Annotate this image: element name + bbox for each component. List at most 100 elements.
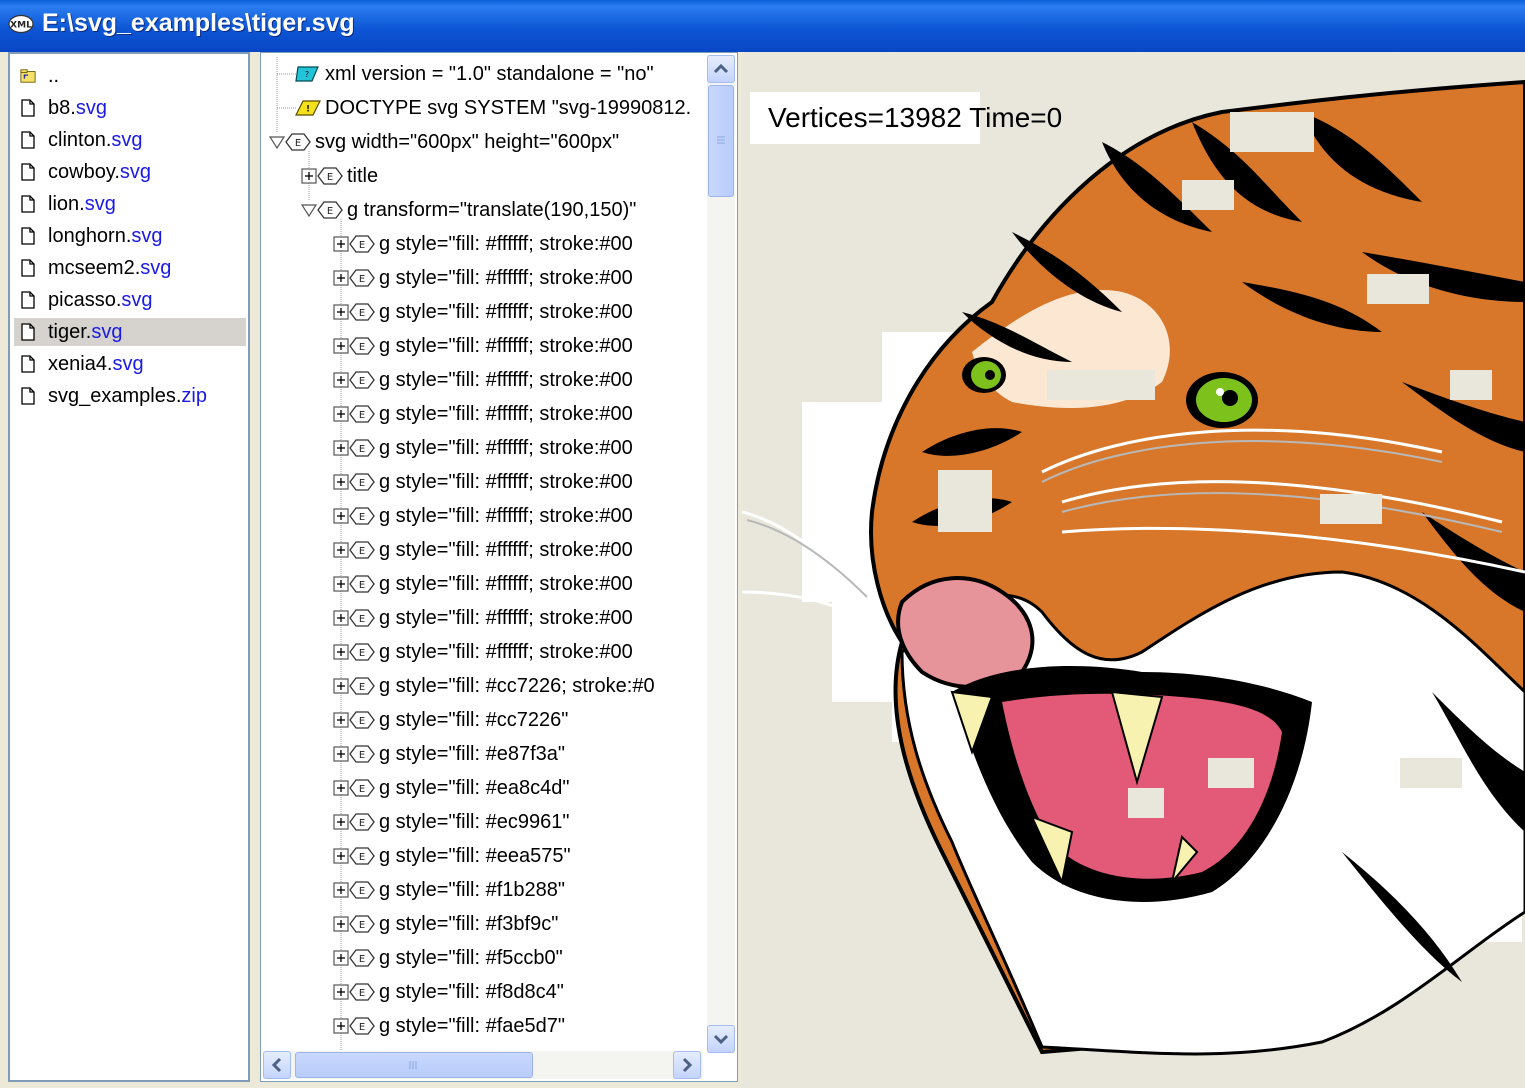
file-list[interactable]: .. b8.svg clinton.svg cowboy.svg lion.svg lon… (8, 52, 250, 1082)
expand-icon[interactable] (333, 950, 349, 966)
expand-icon[interactable] (333, 338, 349, 354)
expand-icon[interactable] (333, 440, 349, 456)
tree-node[interactable]: Eg style="fill: #fae5d7" (261, 1009, 707, 1043)
svg-text:E: E (359, 886, 365, 897)
expand-icon[interactable] (333, 712, 349, 728)
expand-icon[interactable] (333, 678, 349, 694)
element-icon: E (317, 201, 343, 219)
file-list-item[interactable]: xenia4.svg (14, 350, 246, 378)
file-list-item[interactable]: lion.svg (14, 190, 246, 218)
tree-node[interactable]: Eg style="fill: #cc7226; stroke:#0 (261, 669, 707, 703)
horizontal-scroll-thumb[interactable] (295, 1052, 533, 1078)
expand-icon[interactable] (333, 236, 349, 252)
scroll-up-button[interactable] (707, 55, 735, 83)
tree-node[interactable]: Eg style="fill: #f3bf9c" (261, 907, 707, 941)
element-icon: E (349, 677, 375, 695)
expand-icon[interactable] (333, 304, 349, 320)
svg-text:E: E (359, 988, 365, 999)
xml-tree-panel[interactable]: ? xml version = "1.0" standalone = "no"! D… (260, 52, 738, 1082)
tree-node[interactable]: ? xml version = "1.0" standalone = "no" (261, 57, 707, 91)
tree-node[interactable]: Eg style="fill: #eea575" (261, 839, 707, 873)
tree-node[interactable]: Eg style="fill: #cc7226" (261, 703, 707, 737)
expand-icon[interactable] (333, 406, 349, 422)
tree-node[interactable]: Etitle (261, 159, 707, 193)
file-list-item[interactable]: tiger.svg (14, 318, 246, 346)
expand-icon[interactable] (333, 542, 349, 558)
scroll-down-button[interactable] (707, 1025, 735, 1053)
tree-node[interactable]: Eg style="fill: #f1b288" (261, 873, 707, 907)
tree-node[interactable]: Eg style="fill: #f8d8c4" (261, 975, 707, 1009)
tree-node[interactable]: Eg style="fill: #ea8c4d" (261, 771, 707, 805)
expand-icon[interactable] (333, 882, 349, 898)
tree-node[interactable]: Eg style="fill: #f5ccb0" (261, 941, 707, 975)
collapse-icon[interactable] (269, 134, 285, 150)
tree-node[interactable]: Eg style="fill: #e87f3a" (261, 737, 707, 771)
file-name: clinton.svg (48, 126, 143, 154)
file-list-item[interactable]: longhorn.svg (14, 222, 246, 250)
vertical-scroll-thumb[interactable] (708, 85, 734, 197)
tree-node[interactable]: Eg style="fill: #ffffff; stroke:#00 (261, 465, 707, 499)
tree-node[interactable]: Eg style="fill: #ffffff; stroke:#00 (261, 261, 707, 295)
tree-node[interactable]: ! DOCTYPE svg SYSTEM "svg-19990812. (261, 91, 707, 125)
svg-text:E: E (359, 818, 365, 829)
tree-node[interactable]: Eg style="fill: #ffffff; stroke:#00 (261, 601, 707, 635)
expand-icon[interactable] (333, 746, 349, 762)
tree-node[interactable]: Eg style="fill: #ffffff; stroke:#00 (261, 227, 707, 261)
element-icon: E (349, 847, 375, 865)
file-list-item[interactable]: b8.svg (14, 94, 246, 122)
scroll-right-button[interactable] (673, 1051, 701, 1079)
expand-icon[interactable] (333, 916, 349, 932)
expand-icon[interactable] (333, 1018, 349, 1034)
file-list-item[interactable]: cowboy.svg (14, 158, 246, 186)
expand-icon[interactable] (333, 270, 349, 286)
file-list-item[interactable]: picasso.svg (14, 286, 246, 314)
file-list-item[interactable]: mcseem2.svg (14, 254, 246, 282)
element-icon: E (349, 507, 375, 525)
file-list-item[interactable]: svg_examples.zip (14, 382, 246, 410)
file-extension: zip (181, 385, 207, 407)
title-bar[interactable]: XML E:\svg_examples\tiger.svg (0, 0, 1525, 52)
tree-node[interactable]: Eg style="fill: #ffffff; stroke:#00 (261, 363, 707, 397)
tree-node[interactable]: Eg style="fill: #ffffff; stroke:#00 (261, 533, 707, 567)
svg-render-canvas[interactable]: Vertices=13982 Time=0 (742, 52, 1525, 1088)
xml-tree[interactable]: ? xml version = "1.0" standalone = "no"! D… (261, 53, 707, 1055)
tree-node[interactable]: Eg style="fill: #ffffff; stroke:#00 (261, 567, 707, 601)
tree-node[interactable]: Eg style="fill: #ffffff; stroke:#00 (261, 329, 707, 363)
expand-icon[interactable] (333, 780, 349, 796)
grip-icon (717, 136, 725, 144)
tree-node[interactable]: Eg style="fill: #ffffff; stroke:#00 (261, 295, 707, 329)
collapse-icon[interactable] (301, 202, 317, 218)
expand-icon[interactable] (333, 984, 349, 1000)
expand-icon[interactable] (333, 610, 349, 626)
tree-node[interactable]: Eg style="fill: #ffffff; stroke:#00 (261, 431, 707, 465)
element-icon: E (349, 405, 375, 423)
file-list-item[interactable]: .. (14, 62, 246, 90)
tree-node[interactable]: Eg style="fill: #ffffff; stroke:#00 (261, 499, 707, 533)
expand-icon[interactable] (333, 508, 349, 524)
file-name: svg_examples.zip (48, 382, 207, 410)
expand-icon[interactable] (333, 644, 349, 660)
tree-node[interactable]: Eg transform="translate(190,150)" (261, 193, 707, 227)
tree-node[interactable]: Eg style="fill: #ffffff; stroke:#00 (261, 397, 707, 431)
tree-node[interactable]: Eg style="fill: #ec9961" (261, 805, 707, 839)
file-icon (21, 99, 35, 117)
expand-icon[interactable] (333, 372, 349, 388)
file-basename: cowboy. (48, 161, 120, 183)
vertical-scrollbar[interactable] (707, 55, 735, 1053)
file-list-item[interactable]: clinton.svg (14, 126, 246, 154)
expand-icon[interactable] (301, 168, 317, 184)
expand-icon[interactable] (333, 848, 349, 864)
svg-text:E: E (359, 716, 365, 727)
chevron-left-icon (271, 1057, 282, 1073)
expand-icon[interactable] (333, 814, 349, 830)
expand-icon[interactable] (333, 576, 349, 592)
horizontal-scrollbar[interactable] (263, 1051, 703, 1079)
file-name: mcseem2.svg (48, 254, 171, 282)
tree-node[interactable]: Esvg width="600px" height="600px" (261, 125, 707, 159)
tree-node[interactable]: Eg style="fill: #ffffff; stroke:#00 (261, 635, 707, 669)
expand-icon[interactable] (333, 474, 349, 490)
tree-node-label: g style="fill: #f5ccb0" (379, 947, 563, 969)
svg-text:E: E (359, 750, 365, 761)
tree-node-label: g style="fill: #ffffff; stroke:#00 (379, 607, 633, 629)
scroll-left-button[interactable] (263, 1051, 291, 1079)
